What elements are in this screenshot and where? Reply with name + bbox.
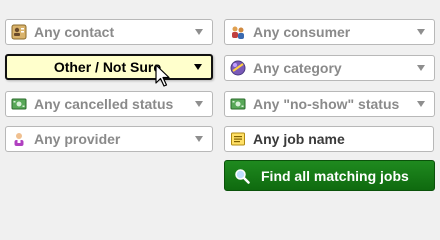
chevron-down-icon [195, 101, 203, 107]
magnifier-icon [233, 167, 251, 185]
contact-select-label: Any contact [34, 24, 115, 40]
chevron-down-icon [194, 64, 202, 70]
consumer-select-label: Any consumer [253, 24, 351, 40]
money-status-icon [229, 95, 247, 113]
notepad-icon [229, 130, 247, 148]
money-status-icon [10, 95, 28, 113]
find-matching-jobs-button[interactable]: Find all matching jobs [224, 160, 435, 191]
chevron-down-icon [417, 101, 425, 107]
mouse-cursor-icon [155, 64, 170, 87]
chevron-down-icon [195, 29, 203, 35]
find-matching-jobs-label: Find all matching jobs [261, 167, 409, 184]
contact-card-icon [10, 23, 28, 41]
provider-select-label: Any provider [34, 131, 121, 147]
provider-person-icon [10, 130, 28, 148]
category-select-label: Any category [253, 60, 342, 76]
noshow-status-select[interactable]: Any "no-show" status [224, 91, 435, 117]
job-type-select[interactable]: Other / Not Sure [5, 54, 213, 80]
provider-select[interactable]: Any provider [5, 126, 213, 152]
chevron-down-icon [417, 65, 425, 71]
category-sphere-icon [229, 59, 247, 77]
chevron-down-icon [195, 136, 203, 142]
job-name-input[interactable] [253, 131, 423, 147]
noshow-status-select-label: Any "no-show" status [253, 96, 400, 112]
job-name-field [224, 126, 434, 152]
consumer-select[interactable]: Any consumer [224, 19, 435, 45]
cancelled-status-select-label: Any cancelled status [34, 96, 174, 112]
category-select[interactable]: Any category [224, 55, 435, 81]
chevron-down-icon [417, 29, 425, 35]
contact-select[interactable]: Any contact [5, 19, 213, 45]
consumer-people-icon [229, 23, 247, 41]
cancelled-status-select[interactable]: Any cancelled status [5, 91, 213, 117]
